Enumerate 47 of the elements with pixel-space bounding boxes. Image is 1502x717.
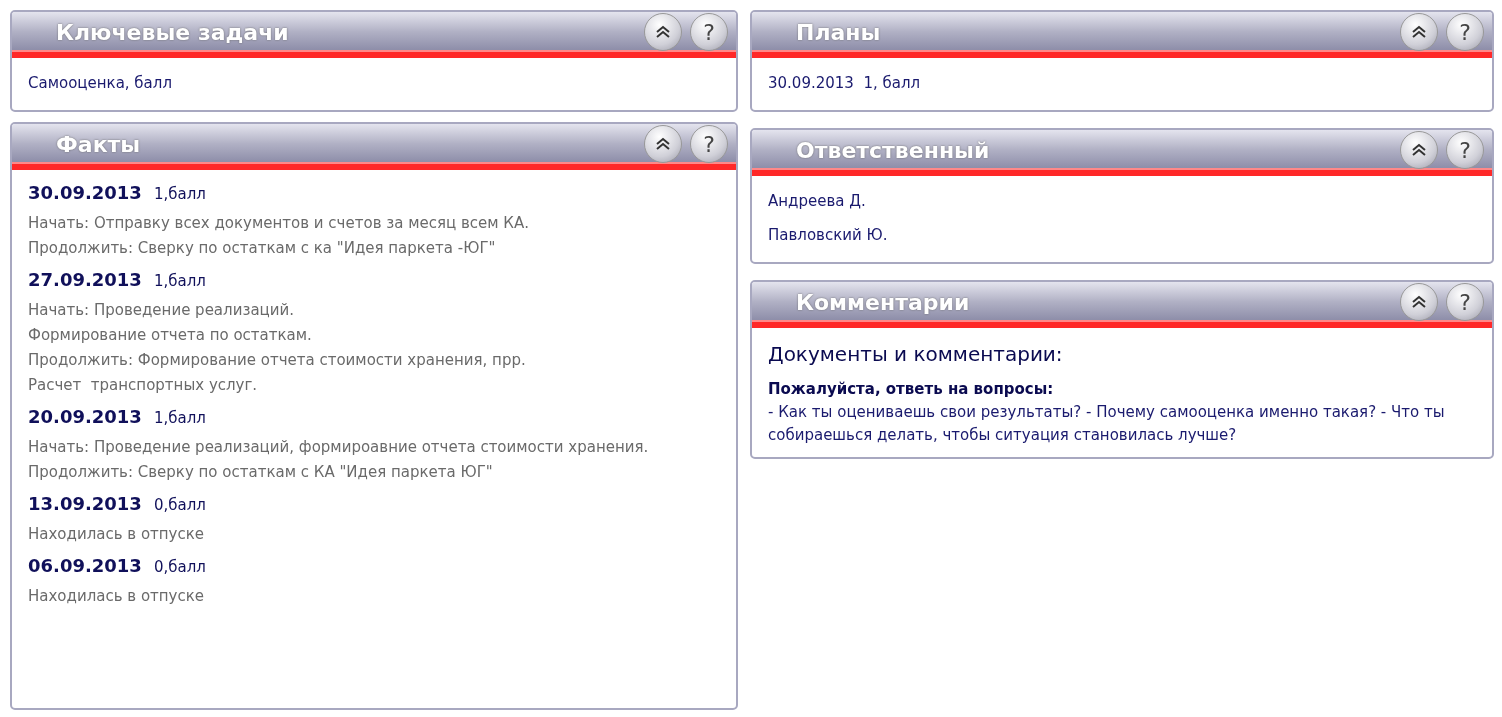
fact-note: Расчет транспортных услуг.	[28, 375, 259, 396]
panel-title: Факты	[56, 131, 142, 157]
field-value: Самооценка, балл	[28, 73, 173, 94]
comment-prompt: Пожалуйста, ответь на вопросы:	[768, 379, 1055, 400]
field-value: 30.09.2013 1, балл	[768, 73, 922, 94]
double-chevron-up-icon	[1411, 143, 1427, 157]
double-chevron-up-icon	[1411, 295, 1427, 309]
fact-note: Продолжить: Сверку по остаткам с ка "Идея паркета -ЮГ"	[28, 238, 497, 259]
comment-heading: Документы и комментарии:	[768, 342, 1064, 366]
fact-score: 0,балл	[153, 496, 206, 514]
collapse-button[interactable]	[1400, 283, 1438, 321]
fact-date: 30.09.2013	[28, 182, 142, 203]
fact-date: 06.09.2013	[28, 555, 142, 576]
fact-note: Находилась в отпуске	[28, 586, 206, 607]
collapse-button[interactable]	[644, 125, 682, 163]
comment-text: - Как ты оцениваешь свои результаты? - Почему самооценка именно такая? - Что ты собираешься делать, чтобы ситуация становилась лучше?	[768, 402, 1446, 446]
fact-note: Продолжить: Формирование отчета стоимости хранения, прр.	[28, 350, 527, 371]
fact-note: Продолжить: Сверку по остаткам с КА "Идея паркета ЮГ"	[28, 462, 494, 483]
help-button[interactable]: ?	[1446, 13, 1484, 51]
panel-title: Ключевые задачи	[56, 19, 290, 45]
field-value: Павловский Ю.	[768, 225, 889, 246]
collapse-button[interactable]	[1400, 131, 1438, 169]
fact-date: 27.09.2013	[28, 269, 142, 290]
collapse-button[interactable]	[1400, 13, 1438, 51]
fact-note: Формирование отчета по остаткам.	[28, 325, 313, 346]
double-chevron-up-icon	[655, 25, 671, 39]
help-button[interactable]: ?	[690, 13, 728, 51]
help-button[interactable]: ?	[690, 125, 728, 163]
field-value: Андреева Д.	[768, 191, 867, 212]
fact-score: 1,балл	[153, 409, 206, 427]
fact-score: 1,балл	[153, 185, 206, 203]
help-button[interactable]: ?	[1446, 283, 1484, 321]
panel-title: Планы	[796, 19, 882, 45]
fact-date: 13.09.2013	[28, 493, 142, 514]
fact-note: Начать: Проведение реализаций.	[28, 300, 296, 321]
double-chevron-up-icon	[655, 137, 671, 151]
fact-date: 20.09.2013	[28, 406, 142, 427]
fact-note: Начать: Отправку всех документов и счетов за месяц всем КА.	[28, 213, 531, 234]
fact-note: Начать: Проведение реализаций, формироавние отчета стоимости хранения.	[28, 437, 650, 458]
help-button[interactable]: ?	[1446, 131, 1484, 169]
collapse-button[interactable]	[644, 13, 682, 51]
fact-score: 1,балл	[153, 272, 206, 290]
panel-title: Ответственный	[796, 137, 991, 163]
double-chevron-up-icon	[1411, 25, 1427, 39]
fact-score: 0,балл	[153, 558, 206, 576]
panel-title: Комментарии	[796, 289, 971, 315]
fact-note: Находилась в отпуске	[28, 524, 206, 545]
